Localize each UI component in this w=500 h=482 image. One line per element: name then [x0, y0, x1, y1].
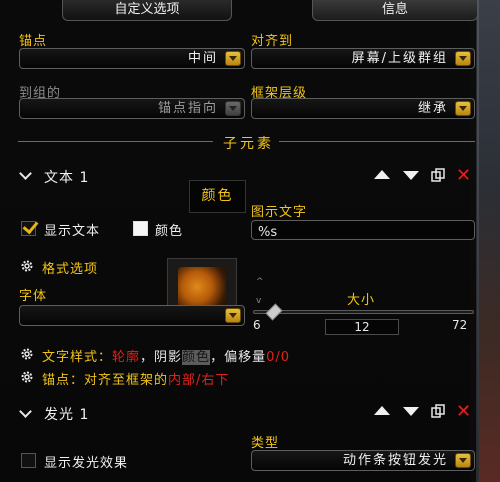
font-label: 字体	[19, 289, 48, 304]
tab-custom-options[interactable]: 自定义选项	[62, 0, 232, 21]
anchor-info-line[interactable]: 锚点：对齐至框架的内部/右下	[42, 369, 229, 388]
dropdown-arrow-icon[interactable]	[455, 101, 471, 116]
sub-elements-title: 子元素	[223, 136, 274, 152]
copy-icon[interactable]	[431, 404, 445, 418]
tab-info-label: 信息	[381, 2, 408, 17]
anchor-label: 锚点	[19, 34, 48, 49]
size-value-box[interactable]: 12	[325, 319, 399, 335]
gear-icon[interactable]	[20, 259, 34, 273]
chevron-down-icon[interactable]	[19, 167, 32, 180]
color-checkbox[interactable]	[133, 221, 148, 236]
text-style-shadow: 颜色	[182, 350, 211, 365]
frame-strata-value: 继承	[417, 101, 448, 116]
type-label: 类型	[251, 436, 280, 451]
color-label: 颜色	[155, 224, 184, 239]
text-style-prefix: 文字样式：	[42, 350, 113, 365]
copy-icon[interactable]	[431, 168, 445, 182]
size-min: 6	[253, 318, 261, 332]
text-style-offset: 0/0	[266, 350, 290, 365]
nudge-down-icon: v	[256, 296, 262, 306]
chevron-down-icon[interactable]	[19, 405, 32, 418]
weakaura-options-panel: 自定义选项 信息 锚点 中间 对齐到 屏幕/上级群组 到组的 锚点指向 框架层级…	[0, 0, 478, 482]
arrow-down-icon[interactable]	[403, 171, 419, 180]
delete-icon[interactable]: ✕	[456, 403, 471, 421]
to-group-value: 锚点指向	[157, 101, 218, 116]
dropdown-arrow-icon[interactable]	[225, 308, 241, 323]
show-text-checkbox[interactable]	[21, 217, 39, 236]
text-style-mid2: ，偏移量	[210, 350, 267, 365]
text-style-outline: 轮廓	[112, 350, 141, 365]
delete-icon[interactable]: ✕	[456, 167, 471, 185]
font-dropdown[interactable]	[19, 305, 245, 326]
show-glow-label: 显示发光效果	[44, 456, 129, 471]
frame-strata-dropdown[interactable]: 继承	[251, 98, 475, 119]
size-slider-track[interactable]	[253, 310, 474, 314]
tab-info[interactable]: 信息	[312, 0, 478, 21]
anchor-dropdown[interactable]: 中间	[19, 48, 245, 69]
display-text-input[interactable]	[252, 224, 474, 241]
arrow-down-icon[interactable]	[403, 407, 419, 416]
format-options-label[interactable]: 格式选项	[42, 258, 98, 277]
glow1-title: 发光 1	[44, 407, 90, 423]
color-button[interactable]: 颜色	[189, 180, 246, 213]
text-style-line[interactable]: 文字样式：轮廓，阴影颜色，偏移量0/0	[42, 346, 290, 365]
dropdown-arrow-icon[interactable]	[225, 101, 241, 116]
divider-right	[279, 141, 475, 142]
anchor-info-prefix: 锚点：对齐至框架的	[42, 373, 169, 388]
checkmark-icon	[22, 217, 39, 235]
align-to-label: 对齐到	[251, 34, 294, 49]
gear-icon[interactable]	[20, 347, 34, 361]
gear-icon[interactable]	[20, 370, 34, 384]
anchor-value: 中间	[187, 51, 218, 66]
show-text-label: 显示文本	[44, 224, 101, 239]
display-text-label: 图示文字	[251, 205, 308, 220]
arrow-up-icon[interactable]	[374, 170, 390, 179]
divider-left	[18, 141, 213, 142]
align-to-value: 屏幕/上级群组	[351, 51, 448, 66]
dropdown-arrow-icon[interactable]	[455, 453, 471, 468]
dropdown-arrow-icon[interactable]	[225, 51, 241, 66]
size-label: 大小	[347, 293, 376, 308]
text1-title: 文本 1	[44, 170, 90, 186]
display-text-field[interactable]	[251, 220, 475, 241]
size-max: 72	[452, 318, 468, 332]
nudge-up-icon: ^	[256, 277, 264, 287]
type-dropdown[interactable]: 动作条按钮发光	[251, 450, 475, 471]
to-group-dropdown[interactable]: 锚点指向	[19, 98, 245, 119]
type-value: 动作条按钮发光	[342, 453, 448, 468]
text-style-mid: ，阴影	[140, 350, 183, 365]
align-to-dropdown[interactable]: 屏幕/上级群组	[251, 48, 475, 69]
arrow-up-icon[interactable]	[374, 406, 390, 415]
dropdown-arrow-icon[interactable]	[455, 51, 471, 66]
anchor-info-value: 内部/右下	[168, 373, 230, 388]
tab-custom-options-label: 自定义选项	[114, 2, 180, 17]
size-slider-thumb[interactable]	[265, 303, 283, 321]
show-glow-checkbox[interactable]	[21, 453, 36, 468]
